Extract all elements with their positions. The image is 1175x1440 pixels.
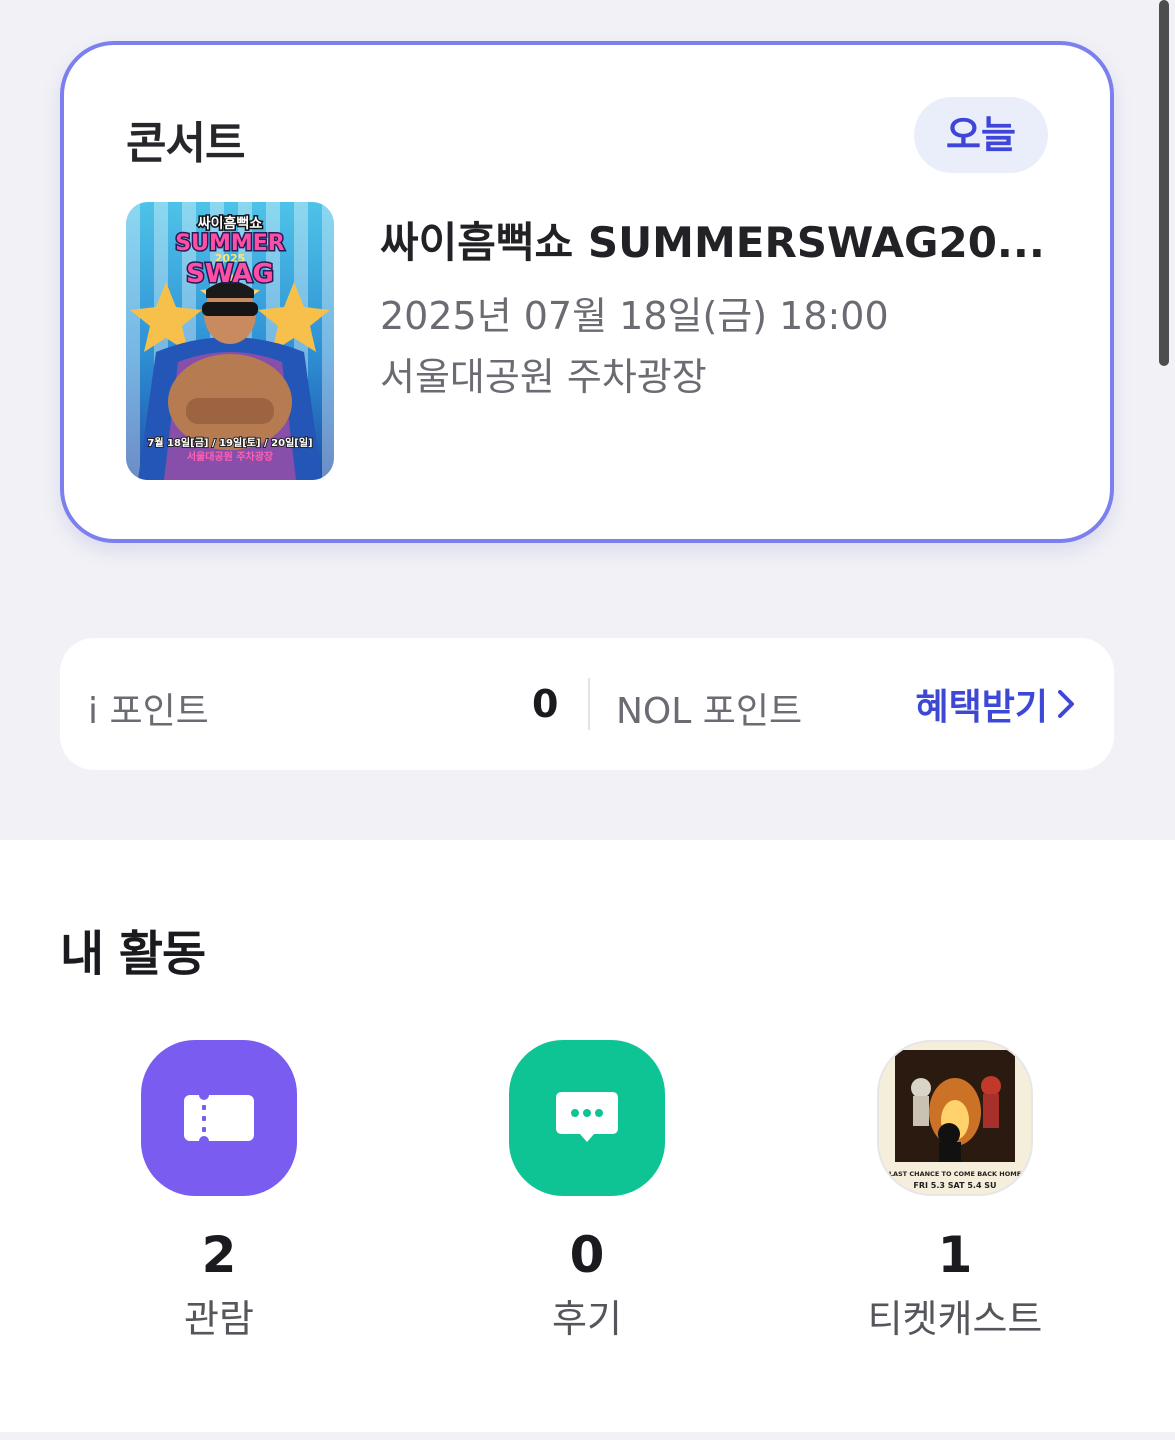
points-bar: i 포인트 0 NOL 포인트 혜택받기 (60, 638, 1114, 770)
card-category: 콘서트 (126, 118, 245, 169)
my-activity-section: 내 활동 2 관람 0 후기 "LAST CHANCE TO COME BACK… (0, 840, 1175, 1432)
ipoint-value[interactable]: 0 (532, 682, 558, 726)
chat-bubble-icon (509, 1040, 665, 1196)
section-title: 내 활동 (60, 926, 206, 982)
activity-count: 2 (201, 1226, 237, 1284)
today-badge: 오늘 (914, 97, 1048, 173)
activity-count: 0 (569, 1226, 605, 1284)
concert-card[interactable]: 콘서트 오늘 싸이흠뻑쇼 SUMMER 2025 SWAG 7월 18일[금] … (60, 41, 1114, 543)
activity-item-ticketcast[interactable]: "LAST CHANCE TO COME BACK HOME" FRI 5.3 … (845, 1040, 1065, 1343)
svg-text:7월 18일[금] / 19일[토] / 20일[일]: 7월 18일[금] / 19일[토] / 20일[일] (147, 436, 312, 449)
points-divider (588, 678, 590, 730)
activity-item-viewing[interactable]: 2 관람 (109, 1040, 329, 1343)
event-venue: 서울대공원 주차광장 (380, 355, 707, 399)
get-benefit-link[interactable]: 혜택받기 (916, 678, 1078, 730)
event-datetime: 2025년 07월 18일(금) 18:00 (380, 294, 889, 338)
poster-artwork: 싸이흠뻑쇼 SUMMER 2025 SWAG 7월 18일[금] / 19일[토… (126, 202, 334, 480)
nol-point-label: NOL 포인트 (616, 691, 803, 732)
get-benefit-label: 혜택받기 (915, 687, 1048, 728)
ipoint-label: i 포인트 (88, 691, 209, 732)
activity-label: 관람 (184, 1297, 254, 1341)
svg-text:"LAST CHANCE TO COME BACK HOME: "LAST CHANCE TO COME BACK HOME" (885, 1170, 1024, 1178)
svg-text:싸이흠뻑쇼: 싸이흠뻑쇼 (198, 215, 263, 232)
scrollbar[interactable] (1159, 0, 1169, 366)
page: 콘서트 오늘 싸이흠뻑쇼 SUMMER 2025 SWAG 7월 18일[금] … (0, 0, 1175, 1440)
activity-count: 1 (937, 1226, 973, 1284)
activity-label: 후기 (552, 1297, 622, 1341)
svg-text:SWAG: SWAG (186, 259, 274, 289)
svg-text:FRI 5.3 SAT 5.4 SU: FRI 5.3 SAT 5.4 SU (913, 1181, 996, 1190)
bottom-divider (0, 1432, 1175, 1440)
ticket-icon (141, 1040, 297, 1196)
event-title[interactable]: 싸이흠뻑쇼 SUMMERSWAG20... (380, 209, 1080, 270)
activity-label: 티켓캐스트 (867, 1297, 1043, 1341)
activity-item-review[interactable]: 0 후기 (477, 1040, 697, 1343)
chevron-right-icon (1058, 690, 1074, 718)
event-poster[interactable]: 싸이흠뻑쇼 SUMMER 2025 SWAG 7월 18일[금] / 19일[토… (126, 202, 334, 480)
ticketcast-thumbnail: "LAST CHANCE TO COME BACK HOME" FRI 5.3 … (877, 1040, 1033, 1196)
svg-text:서울대공원 주차광장: 서울대공원 주차광장 (187, 450, 274, 463)
